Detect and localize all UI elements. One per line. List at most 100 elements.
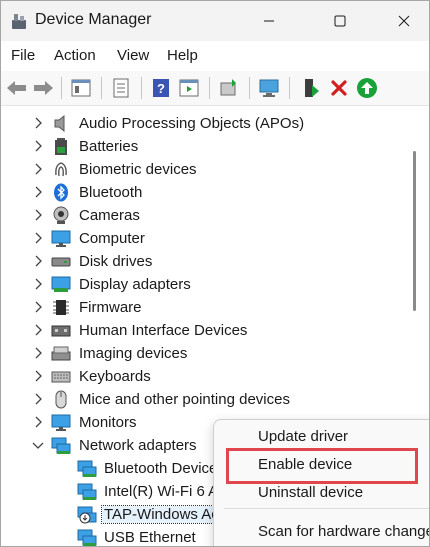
bluetooth-icon bbox=[51, 183, 71, 202]
tree-item-label: Cameras bbox=[79, 207, 140, 224]
chevron-right-icon[interactable] bbox=[31, 116, 45, 130]
network-adapter-icon bbox=[77, 528, 97, 546]
menu-separator bbox=[224, 508, 429, 509]
tree-item-imaging-devices[interactable]: Imaging devices bbox=[1, 342, 405, 365]
update-driver-icon[interactable] bbox=[217, 76, 241, 100]
chip-icon bbox=[51, 298, 71, 317]
chevron-right-icon[interactable] bbox=[31, 254, 45, 268]
display-adapter-icon bbox=[51, 275, 71, 294]
tree-item-label: Biometric devices bbox=[79, 161, 197, 178]
camera-icon bbox=[51, 206, 71, 225]
tree-item-label: Human Interface Devices bbox=[79, 322, 248, 339]
menu-item-uninstall-device[interactable]: Uninstall device bbox=[258, 484, 363, 501]
tree-item-label: Network adapters bbox=[79, 437, 197, 454]
forward-arrow-icon[interactable] bbox=[31, 76, 55, 100]
menu-file[interactable]: File bbox=[11, 47, 35, 64]
tree-item-bluetooth[interactable]: Bluetooth bbox=[1, 181, 405, 204]
tree-item-keyboards[interactable]: Keyboards bbox=[1, 365, 405, 388]
menu-view[interactable]: View bbox=[117, 47, 149, 64]
toolbar-separator bbox=[141, 77, 142, 99]
chevron-right-icon[interactable] bbox=[31, 139, 45, 153]
menu-help[interactable]: Help bbox=[167, 47, 198, 64]
mouse-icon bbox=[51, 390, 71, 409]
toolbar-separator bbox=[61, 77, 62, 99]
network-adapter-icon bbox=[77, 482, 97, 501]
hid-icon bbox=[51, 321, 71, 340]
tree-item-mice[interactable]: Mice and other pointing devices bbox=[1, 388, 405, 411]
tree-item-label: Intel(R) Wi-Fi 6 A bbox=[104, 483, 219, 500]
tree-item-label: Mice and other pointing devices bbox=[79, 391, 290, 408]
battery-icon bbox=[51, 137, 71, 156]
close-button[interactable] bbox=[381, 1, 427, 41]
chevron-right-icon[interactable] bbox=[31, 369, 45, 383]
chevron-right-icon[interactable] bbox=[31, 323, 45, 337]
uninstall-x-icon[interactable] bbox=[327, 76, 351, 100]
scan-hardware-icon[interactable] bbox=[257, 76, 281, 100]
back-arrow-icon[interactable] bbox=[5, 76, 29, 100]
tree-item-firmware[interactable]: Firmware bbox=[1, 296, 405, 319]
network-adapter-icon bbox=[51, 436, 71, 455]
scanner-icon bbox=[51, 344, 71, 363]
tree-item-label: Display adapters bbox=[79, 276, 191, 293]
svg-text:?: ? bbox=[157, 81, 165, 96]
tree-item-label: TAP-Windows Ac bbox=[101, 505, 222, 524]
chevron-right-icon[interactable] bbox=[31, 208, 45, 222]
chevron-right-icon[interactable] bbox=[31, 162, 45, 176]
monitor-icon bbox=[51, 413, 71, 432]
disk-drive-icon bbox=[51, 252, 71, 271]
toolbar-separator bbox=[289, 77, 290, 99]
tree-item-label: Imaging devices bbox=[79, 345, 188, 362]
highlight-box bbox=[226, 448, 418, 484]
enable-device-icon[interactable] bbox=[355, 76, 379, 100]
show-hide-console-tree-icon[interactable] bbox=[69, 76, 93, 100]
window-title: Device Manager bbox=[35, 11, 152, 28]
tree-item-label: Bluetooth Device bbox=[104, 460, 218, 477]
chevron-right-icon[interactable] bbox=[31, 185, 45, 199]
menu-bar: File Action View Help bbox=[1, 43, 429, 71]
tree-item-disk-drives[interactable]: Disk drives bbox=[1, 250, 405, 273]
fingerprint-icon bbox=[51, 160, 71, 179]
chevron-right-icon[interactable] bbox=[31, 231, 45, 245]
chevron-right-icon[interactable] bbox=[31, 277, 45, 291]
action-pane-icon[interactable] bbox=[177, 76, 201, 100]
tree-item-label: Bluetooth bbox=[79, 184, 143, 201]
tree-item-label: Firmware bbox=[79, 299, 142, 316]
network-adapter-icon bbox=[77, 459, 97, 478]
toolbar-separator bbox=[249, 77, 250, 99]
menu-action[interactable]: Action bbox=[54, 47, 96, 64]
properties-icon[interactable] bbox=[109, 76, 133, 100]
tree-item-batteries[interactable]: Batteries bbox=[1, 135, 405, 158]
toolbar-separator bbox=[209, 77, 210, 99]
tree-item-display-adapters[interactable]: Display adapters bbox=[1, 273, 405, 296]
chevron-right-icon[interactable] bbox=[31, 346, 45, 360]
tree-item-biometric-devices[interactable]: Biometric devices bbox=[1, 158, 405, 181]
keyboard-icon bbox=[51, 367, 71, 386]
tree-item-label: Batteries bbox=[79, 138, 139, 155]
chevron-right-icon[interactable] bbox=[31, 392, 45, 406]
tree-item-human-interface-devices[interactable]: Human Interface Devices bbox=[1, 319, 405, 342]
tree-item-label: Monitors bbox=[79, 414, 137, 431]
menu-item-update-driver[interactable]: Update driver bbox=[258, 428, 348, 445]
tree-item-computer[interactable]: Computer bbox=[1, 227, 405, 250]
tree-item-audio-processing-objects[interactable]: Audio Processing Objects (APOs) bbox=[1, 112, 405, 135]
device-manager-window: Device Manager File Action View Help ? A… bbox=[0, 0, 430, 547]
tree-item-label: Disk drives bbox=[79, 253, 153, 270]
toolbar-separator bbox=[101, 77, 102, 99]
minimize-button[interactable] bbox=[246, 1, 292, 41]
tree-item-label: Keyboards bbox=[79, 368, 151, 385]
menu-item-scan-hardware[interactable]: Scan for hardware changes bbox=[258, 523, 429, 540]
device-manager-app-icon bbox=[10, 12, 28, 30]
chevron-down-icon[interactable] bbox=[31, 438, 45, 452]
chevron-right-icon[interactable] bbox=[31, 415, 45, 429]
tree-item-cameras[interactable]: Cameras bbox=[1, 204, 405, 227]
add-driver-icon[interactable] bbox=[299, 76, 323, 100]
chevron-right-icon[interactable] bbox=[31, 300, 45, 314]
tree-item-label: USB Ethernet bbox=[104, 529, 196, 546]
tree-item-label: Computer bbox=[79, 230, 145, 247]
maximize-button[interactable] bbox=[317, 1, 363, 41]
scrollbar-thumb[interactable] bbox=[413, 151, 416, 311]
help-icon[interactable]: ? bbox=[149, 76, 173, 100]
title-bar[interactable]: Device Manager bbox=[1, 1, 429, 41]
tree-item-label: Audio Processing Objects (APOs) bbox=[79, 115, 305, 132]
toolbar: ? bbox=[1, 71, 429, 106]
